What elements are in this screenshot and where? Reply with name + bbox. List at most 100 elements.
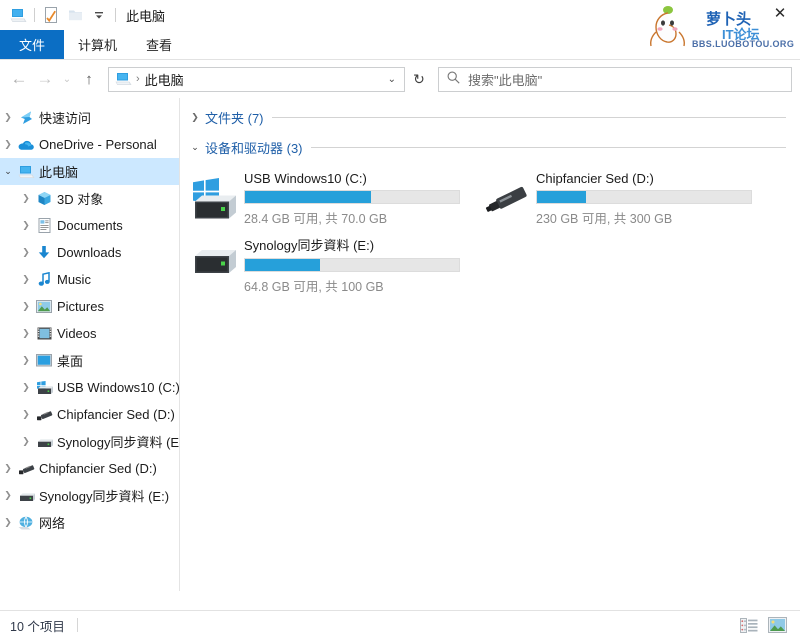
this-pc-icon[interactable]: [6, 4, 30, 26]
sidebar-item-label: 此电脑: [39, 165, 79, 180]
onedrive-icon: [16, 139, 36, 151]
sidebar-item-label: Chipfancier Sed (D:): [39, 461, 157, 476]
this-pc-icon: [16, 165, 36, 179]
sidebar-item-music[interactable]: ❯ Music: [0, 266, 179, 293]
sidebar-item-drive-d-child[interactable]: ❯ Chipfancier Sed (D:): [0, 401, 179, 428]
network-icon: [16, 516, 36, 530]
sidebar-item-quick-access[interactable]: ❯ 快速访问: [0, 104, 179, 131]
sidebar-item-label: 3D 对象: [57, 192, 104, 207]
large-icons-view-button[interactable]: [766, 615, 788, 635]
sidebar-item-label: Synology同步資料 (E:): [57, 435, 179, 450]
chevron-right-icon[interactable]: ❯: [18, 355, 34, 366]
breadcrumb-this-pc[interactable]: 此电脑: [145, 70, 184, 89]
hard-drive-icon: [34, 435, 54, 448]
drive-capacity-text: 64.8 GB 可用, 共 100 GB: [244, 280, 384, 294]
windows-drive-icon: [188, 168, 244, 222]
up-icon[interactable]: ↑: [76, 66, 102, 92]
sidebar-item-3d-objects[interactable]: ❯ 3D 对象: [0, 185, 179, 212]
search-box[interactable]: 搜索"此电脑": [438, 66, 792, 92]
drive-usage-fill: [245, 191, 372, 203]
chevron-right-icon[interactable]: ❯: [18, 193, 34, 204]
chevron-right-icon[interactable]: ❯: [18, 274, 34, 285]
sidebar-item-label: USB Windows10 (C:): [57, 380, 179, 395]
quick-access-icon: [16, 110, 36, 125]
close-icon[interactable]: ✕: [760, 0, 800, 26]
chevron-right-icon[interactable]: ❯: [18, 301, 34, 312]
recent-locations-icon[interactable]: ⌄: [58, 66, 76, 92]
chevron-down-icon[interactable]: ⌄: [188, 142, 202, 153]
customize-qat-caret[interactable]: [87, 4, 111, 26]
chevron-down-icon[interactable]: ⌄: [0, 166, 16, 177]
hard-drive-icon: [188, 232, 244, 278]
chevron-right-icon[interactable]: ❯: [18, 382, 34, 393]
sidebar-item-onedrive[interactable]: ❯ OneDrive - Personal: [0, 131, 179, 158]
chevron-right-icon[interactable]: ❯: [18, 328, 34, 339]
quick-access-toolbar: [6, 4, 120, 26]
search-icon: [447, 71, 460, 87]
chevron-right-icon[interactable]: ❯: [18, 436, 34, 447]
sidebar-item-drive-c[interactable]: ❯ USB Windows10 (C:): [0, 374, 179, 401]
sidebar-item-downloads[interactable]: ❯ Downloads: [0, 239, 179, 266]
drive-name: USB Windows10 (C:): [244, 171, 367, 186]
chevron-right-icon[interactable]: ❯: [188, 112, 202, 123]
chevron-right-icon[interactable]: ❯: [18, 409, 34, 420]
chevron-right-icon[interactable]: ❯: [0, 112, 16, 123]
search-input[interactable]: 搜索"此电脑": [468, 70, 542, 89]
drive-info: Synology同步資料 (E:) 64.8 GB 可用, 共 100 GB: [244, 232, 480, 295]
address-bar[interactable]: › 此电脑 ⌄: [108, 66, 405, 92]
sidebar-item-pictures[interactable]: ❯ Pictures: [0, 293, 179, 320]
drive-tile-e[interactable]: Synology同步資料 (E:) 64.8 GB 可用, 共 100 GB: [188, 228, 480, 295]
sidebar-item-documents[interactable]: ❯ Documents: [0, 212, 179, 239]
window-title: 此电脑: [126, 8, 166, 24]
title-bar: 此电脑 萝卜头 IT论坛 BBS.LUOBOTOU.ORG ✕: [0, 0, 800, 49]
sidebar-item-label: Pictures: [57, 299, 104, 314]
drive-tile-c[interactable]: USB Windows10 (C:) 28.4 GB 可用, 共 70.0 GB: [188, 164, 480, 228]
sidebar-item-this-pc[interactable]: ⌄ 此电脑: [0, 158, 179, 185]
drive-tile-grid: USB Windows10 (C:) 28.4 GB 可用, 共 70.0 GB: [180, 158, 800, 295]
tab-file[interactable]: 文件: [0, 30, 64, 59]
group-header-folders[interactable]: ❯ 文件夹 (7): [180, 106, 800, 128]
chevron-right-icon[interactable]: ❯: [0, 517, 16, 528]
chevron-down-icon[interactable]: ⌄: [388, 74, 400, 85]
group-header-devices[interactable]: ⌄ 设备和驱动器 (3): [180, 136, 800, 158]
tab-view[interactable]: 查看: [131, 30, 187, 59]
drive-info: Chipfancier Sed (D:) 230 GB 可用, 共 300 GB: [536, 168, 772, 227]
drive-tile-d[interactable]: Chipfancier Sed (D:) 230 GB 可用, 共 300 GB: [480, 164, 772, 228]
sidebar-item-label: Music: [57, 272, 91, 287]
new-folder-icon[interactable]: [63, 4, 87, 26]
sidebar-item-label: OneDrive - Personal: [39, 137, 157, 152]
sidebar-item-drive-d[interactable]: ❯ Chipfancier Sed (D:): [0, 455, 179, 482]
tab-computer[interactable]: 计算机: [64, 30, 131, 59]
sidebar-item-label: Chipfancier Sed (D:): [57, 407, 175, 422]
pictures-icon: [34, 300, 54, 313]
ribbon-tab-strip: 文件 计算机 查看: [0, 30, 800, 60]
sidebar-item-desktop[interactable]: ❯ 桌面: [0, 347, 179, 374]
usb-drive-icon: [16, 462, 36, 476]
chevron-right-icon[interactable]: ❯: [18, 247, 34, 258]
back-icon[interactable]: ←: [6, 66, 32, 92]
drive-usage-bar: [244, 258, 460, 272]
status-bar: 10 个项目: [0, 610, 800, 639]
drive-usage-bar: [244, 190, 460, 204]
documents-icon: [34, 218, 54, 233]
refresh-icon[interactable]: ↻: [405, 67, 433, 92]
sidebar-item-drive-e[interactable]: ❯ Synology同步資料 (E:): [0, 482, 179, 509]
qat-divider-2: [115, 8, 116, 22]
drive-capacity-text: 230 GB 可用, 共 300 GB: [536, 212, 673, 226]
chevron-right-icon[interactable]: ❯: [0, 139, 16, 150]
sidebar-item-label: 网络: [39, 516, 66, 531]
sidebar-item-drive-e-child[interactable]: ❯ Synology同步資料 (E:): [0, 428, 179, 455]
chevron-right-icon[interactable]: ❯: [0, 463, 16, 474]
sidebar-item-network[interactable]: ❯ 网络: [0, 509, 179, 536]
drive-name: Chipfancier Sed (D:): [536, 171, 654, 186]
forward-icon[interactable]: →: [32, 66, 58, 92]
breadcrumb-separator[interactable]: ›: [136, 73, 140, 85]
drive-usage-fill: [537, 191, 587, 203]
properties-icon[interactable]: [39, 4, 63, 26]
navigation-pane: ❯ 快速访问 ❯ OneDrive - Personal ⌄ 此电脑 ❯ 3D …: [0, 98, 180, 591]
details-view-button[interactable]: [738, 615, 760, 635]
view-mode-buttons: [738, 615, 794, 635]
chevron-right-icon[interactable]: ❯: [0, 490, 16, 501]
sidebar-item-videos[interactable]: ❯ Videos: [0, 320, 179, 347]
chevron-right-icon[interactable]: ❯: [18, 220, 34, 231]
